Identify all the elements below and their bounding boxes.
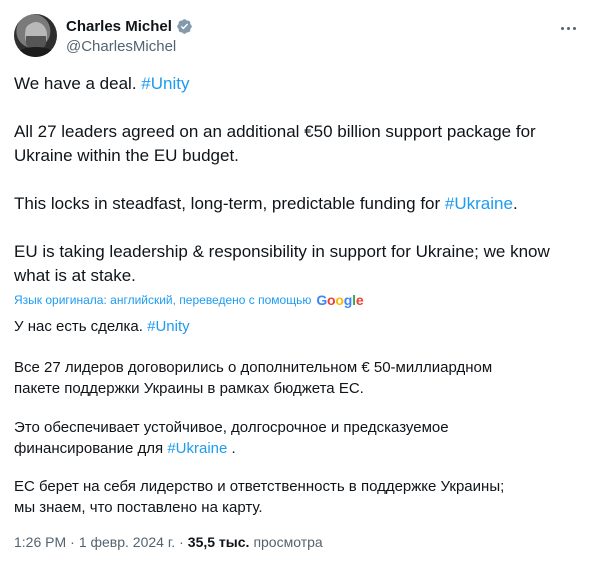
original-paragraph-4: EU is taking leadership & responsibility…: [14, 240, 580, 288]
text-line: ЕС берет на себя лидерство и ответственн…: [14, 478, 505, 495]
tweet-date[interactable]: 1 февр. 2024 г.: [79, 534, 175, 550]
more-dot: [560, 26, 564, 30]
tweet-header: Charles Michel @CharlesMichel: [14, 14, 580, 60]
translated-paragraph-3: Это обеспечивает устойчивое, долгосрочно…: [14, 417, 580, 459]
text-line: All 27 leaders agreed on an additional €…: [14, 122, 536, 141]
text: У нас есть сделка.: [14, 318, 148, 335]
hashtag-unity[interactable]: #Unity: [141, 74, 189, 93]
more-options-icon[interactable]: [556, 18, 580, 38]
separator: ·: [179, 534, 184, 550]
text: We have a deal.: [14, 74, 142, 93]
hashtag-unity[interactable]: #Unity: [147, 318, 190, 335]
text-line: EU is taking leadership & responsibility…: [14, 242, 550, 261]
hashtag-ukraine[interactable]: #Ukraine: [167, 440, 227, 457]
text: .: [227, 440, 236, 457]
author-handle[interactable]: @CharlesMichel: [66, 38, 176, 55]
hashtag-ukraine[interactable]: #Ukraine: [445, 194, 513, 213]
verified-badge-icon: [177, 18, 192, 34]
author-display-name[interactable]: Charles Michel: [66, 18, 172, 35]
translated-paragraph-2: Все 27 лидеров договорились о дополнител…: [14, 357, 580, 399]
translation-note[interactable]: Язык оригинала: английский, переведено с…: [14, 292, 364, 308]
avatar-shoulders: [16, 47, 56, 57]
tweet-meta: 1:26 PM · 1 февр. 2024 г. · 35,5 тыс. пр…: [14, 533, 323, 551]
text-line: Это обеспечивает устойчивое, долгосрочно…: [14, 419, 449, 436]
more-dot: [566, 26, 570, 30]
views-count: 35,5 тыс.: [187, 534, 250, 550]
text-line: what is at stake.: [14, 266, 136, 285]
google-logo: Google: [316, 292, 364, 308]
text: This locks in steadfast, long-term, pred…: [14, 194, 445, 213]
text: .: [512, 194, 518, 213]
original-paragraph-3: This locks in steadfast, long-term, pred…: [14, 192, 580, 216]
more-dot: [572, 26, 576, 30]
text-line: пакете поддержки Украины в рамках бюджет…: [14, 380, 364, 397]
text-line: Все 27 лидеров договорились о дополнител…: [14, 359, 493, 376]
translated-paragraph-1: У нас есть сделка. #Unity: [14, 316, 580, 337]
original-paragraph-2: All 27 leaders agreed on an additional €…: [14, 120, 580, 168]
original-paragraph-1: We have a deal. #Unity: [14, 72, 580, 96]
translated-paragraph-4: ЕС берет на себя лидерство и ответственн…: [14, 476, 580, 518]
tweet-time[interactable]: 1:26 PM: [14, 534, 66, 550]
text: финансирование для: [14, 440, 168, 457]
translation-note-text: Язык оригинала: английский, переведено с…: [14, 293, 312, 307]
views-label: просмотра: [253, 534, 323, 550]
author-name-line: Charles Michel: [66, 16, 193, 36]
avatar[interactable]: [14, 14, 57, 57]
text-line: Ukraine within the EU budget.: [14, 146, 239, 165]
text-line: мы знаем, что поставлено на карту.: [14, 499, 263, 516]
separator: ·: [70, 534, 75, 550]
